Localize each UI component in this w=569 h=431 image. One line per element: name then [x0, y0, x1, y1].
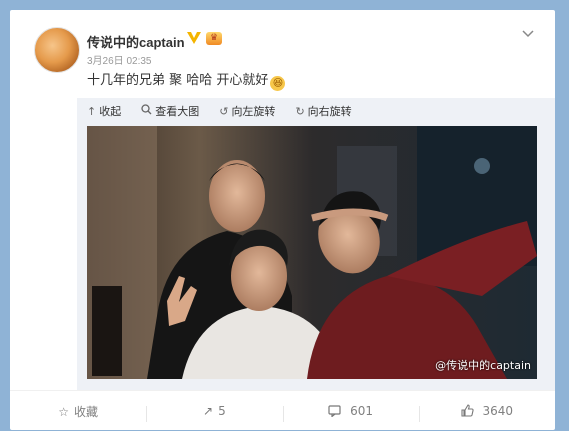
- laugh-emoji-icon: 😆: [270, 76, 286, 91]
- rotate-left-label: 向左旋转: [231, 105, 276, 118]
- like-button[interactable]: 3640: [418, 404, 555, 422]
- view-large-label: 查看大图: [155, 105, 200, 118]
- collapse-button[interactable]: ↑ 收起: [77, 103, 131, 119]
- post-text-body: 十几年的兄弟 聚 哈哈 开心就好: [87, 73, 269, 88]
- username-link[interactable]: 传说中的captain: [87, 32, 185, 51]
- post-timestamp[interactable]: 3月26日 02:35: [87, 52, 152, 67]
- post-text: 十几年的兄弟 聚 哈哈 开心就好 😆: [87, 69, 286, 91]
- view-large-button[interactable]: 查看大图: [131, 103, 209, 119]
- collapse-up-icon: ↑: [87, 104, 97, 118]
- comment-button[interactable]: 601: [282, 404, 419, 422]
- rotate-left-icon: ↺: [219, 104, 229, 118]
- v-badge-icon[interactable]: [186, 31, 202, 45]
- image-viewer: ↑ 收起 查看大图 ↺ 向左旋转 ↻ 向右旋转 @传说中的captain: [77, 98, 555, 390]
- rotate-right-icon: ↻: [295, 104, 305, 118]
- rotate-right-label: 向右旋转: [307, 105, 352, 118]
- repost-count: 5: [218, 404, 226, 418]
- favorite-label: 收藏: [74, 404, 99, 419]
- chevron-down-icon[interactable]: [522, 27, 534, 41]
- crown-badge-icon[interactable]: ♛: [206, 32, 222, 45]
- favorite-button[interactable]: ☆ 收藏: [10, 403, 146, 420]
- comment-icon: [328, 404, 345, 418]
- thumbs-up-icon: [461, 404, 478, 418]
- post-photo[interactable]: @传说中的captain: [87, 126, 537, 379]
- magnifier-icon: [141, 104, 152, 118]
- weibo-post-card: 传说中的captain ♛ 3月26日 02:35 十几年的兄弟 聚 哈哈 开心…: [10, 10, 555, 430]
- post-action-bar: ☆ 收藏 ↗ 5 601 3640: [10, 390, 555, 431]
- repost-button[interactable]: ↗ 5: [146, 404, 282, 422]
- photo-illustration: [87, 126, 537, 379]
- user-avatar[interactable]: [34, 27, 80, 73]
- rotate-left-button[interactable]: ↺ 向左旋转: [209, 103, 285, 119]
- star-icon: ☆: [58, 404, 69, 419]
- image-toolbar: ↑ 收起 查看大图 ↺ 向左旋转 ↻ 向右旋转: [77, 98, 555, 124]
- photo-watermark: @传说中的captain: [435, 359, 531, 372]
- repost-icon: ↗: [203, 404, 214, 418]
- comment-count: 601: [350, 404, 373, 418]
- like-count: 3640: [482, 404, 514, 418]
- rotate-right-button[interactable]: ↻ 向右旋转: [285, 103, 361, 119]
- collapse-label: 收起: [99, 105, 122, 118]
